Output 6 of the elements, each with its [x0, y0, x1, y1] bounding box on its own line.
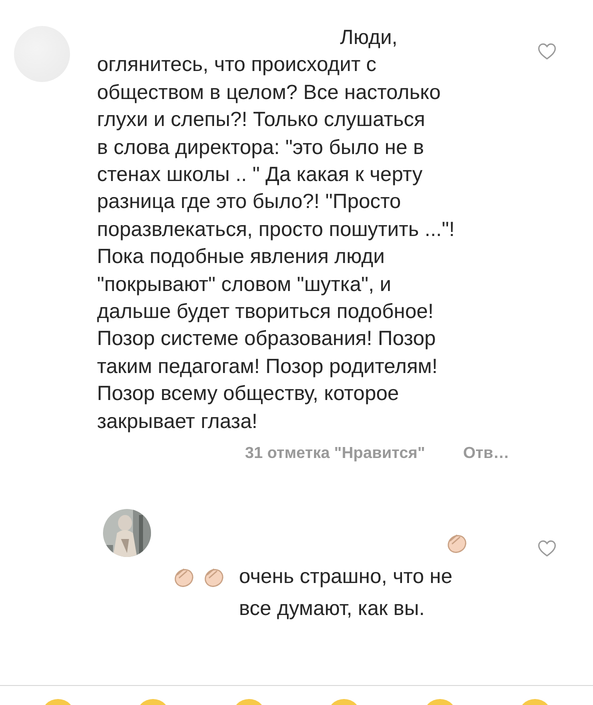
likes-count[interactable]: 31 отметка "Нравится"	[245, 445, 426, 464]
heart-icon[interactable]	[537, 42, 557, 60]
comment-text: очень страшно, что не все думают, как вы.	[239, 564, 452, 622]
heart-icon[interactable]	[537, 539, 557, 558]
reply-link[interactable]: Отв…	[463, 445, 510, 464]
comment-text: Люди, оглянитесь, что происходит с обществом в целом? Все настолько глухи и слепы?! Только слушаться в слова директора: "это было не в стенах школы .. " Да какая к черту разница где это было?! "Просто поразвлекаться, просто пошутить ..."! Пока подобные явления люди "покрывают" словом "шутка", и дальше будет твориться подобное! Позор системе образования! Позор таким педагогам! Позор родителям! Позор всему обществу, которое закрывает глаза!	[97, 25, 455, 435]
